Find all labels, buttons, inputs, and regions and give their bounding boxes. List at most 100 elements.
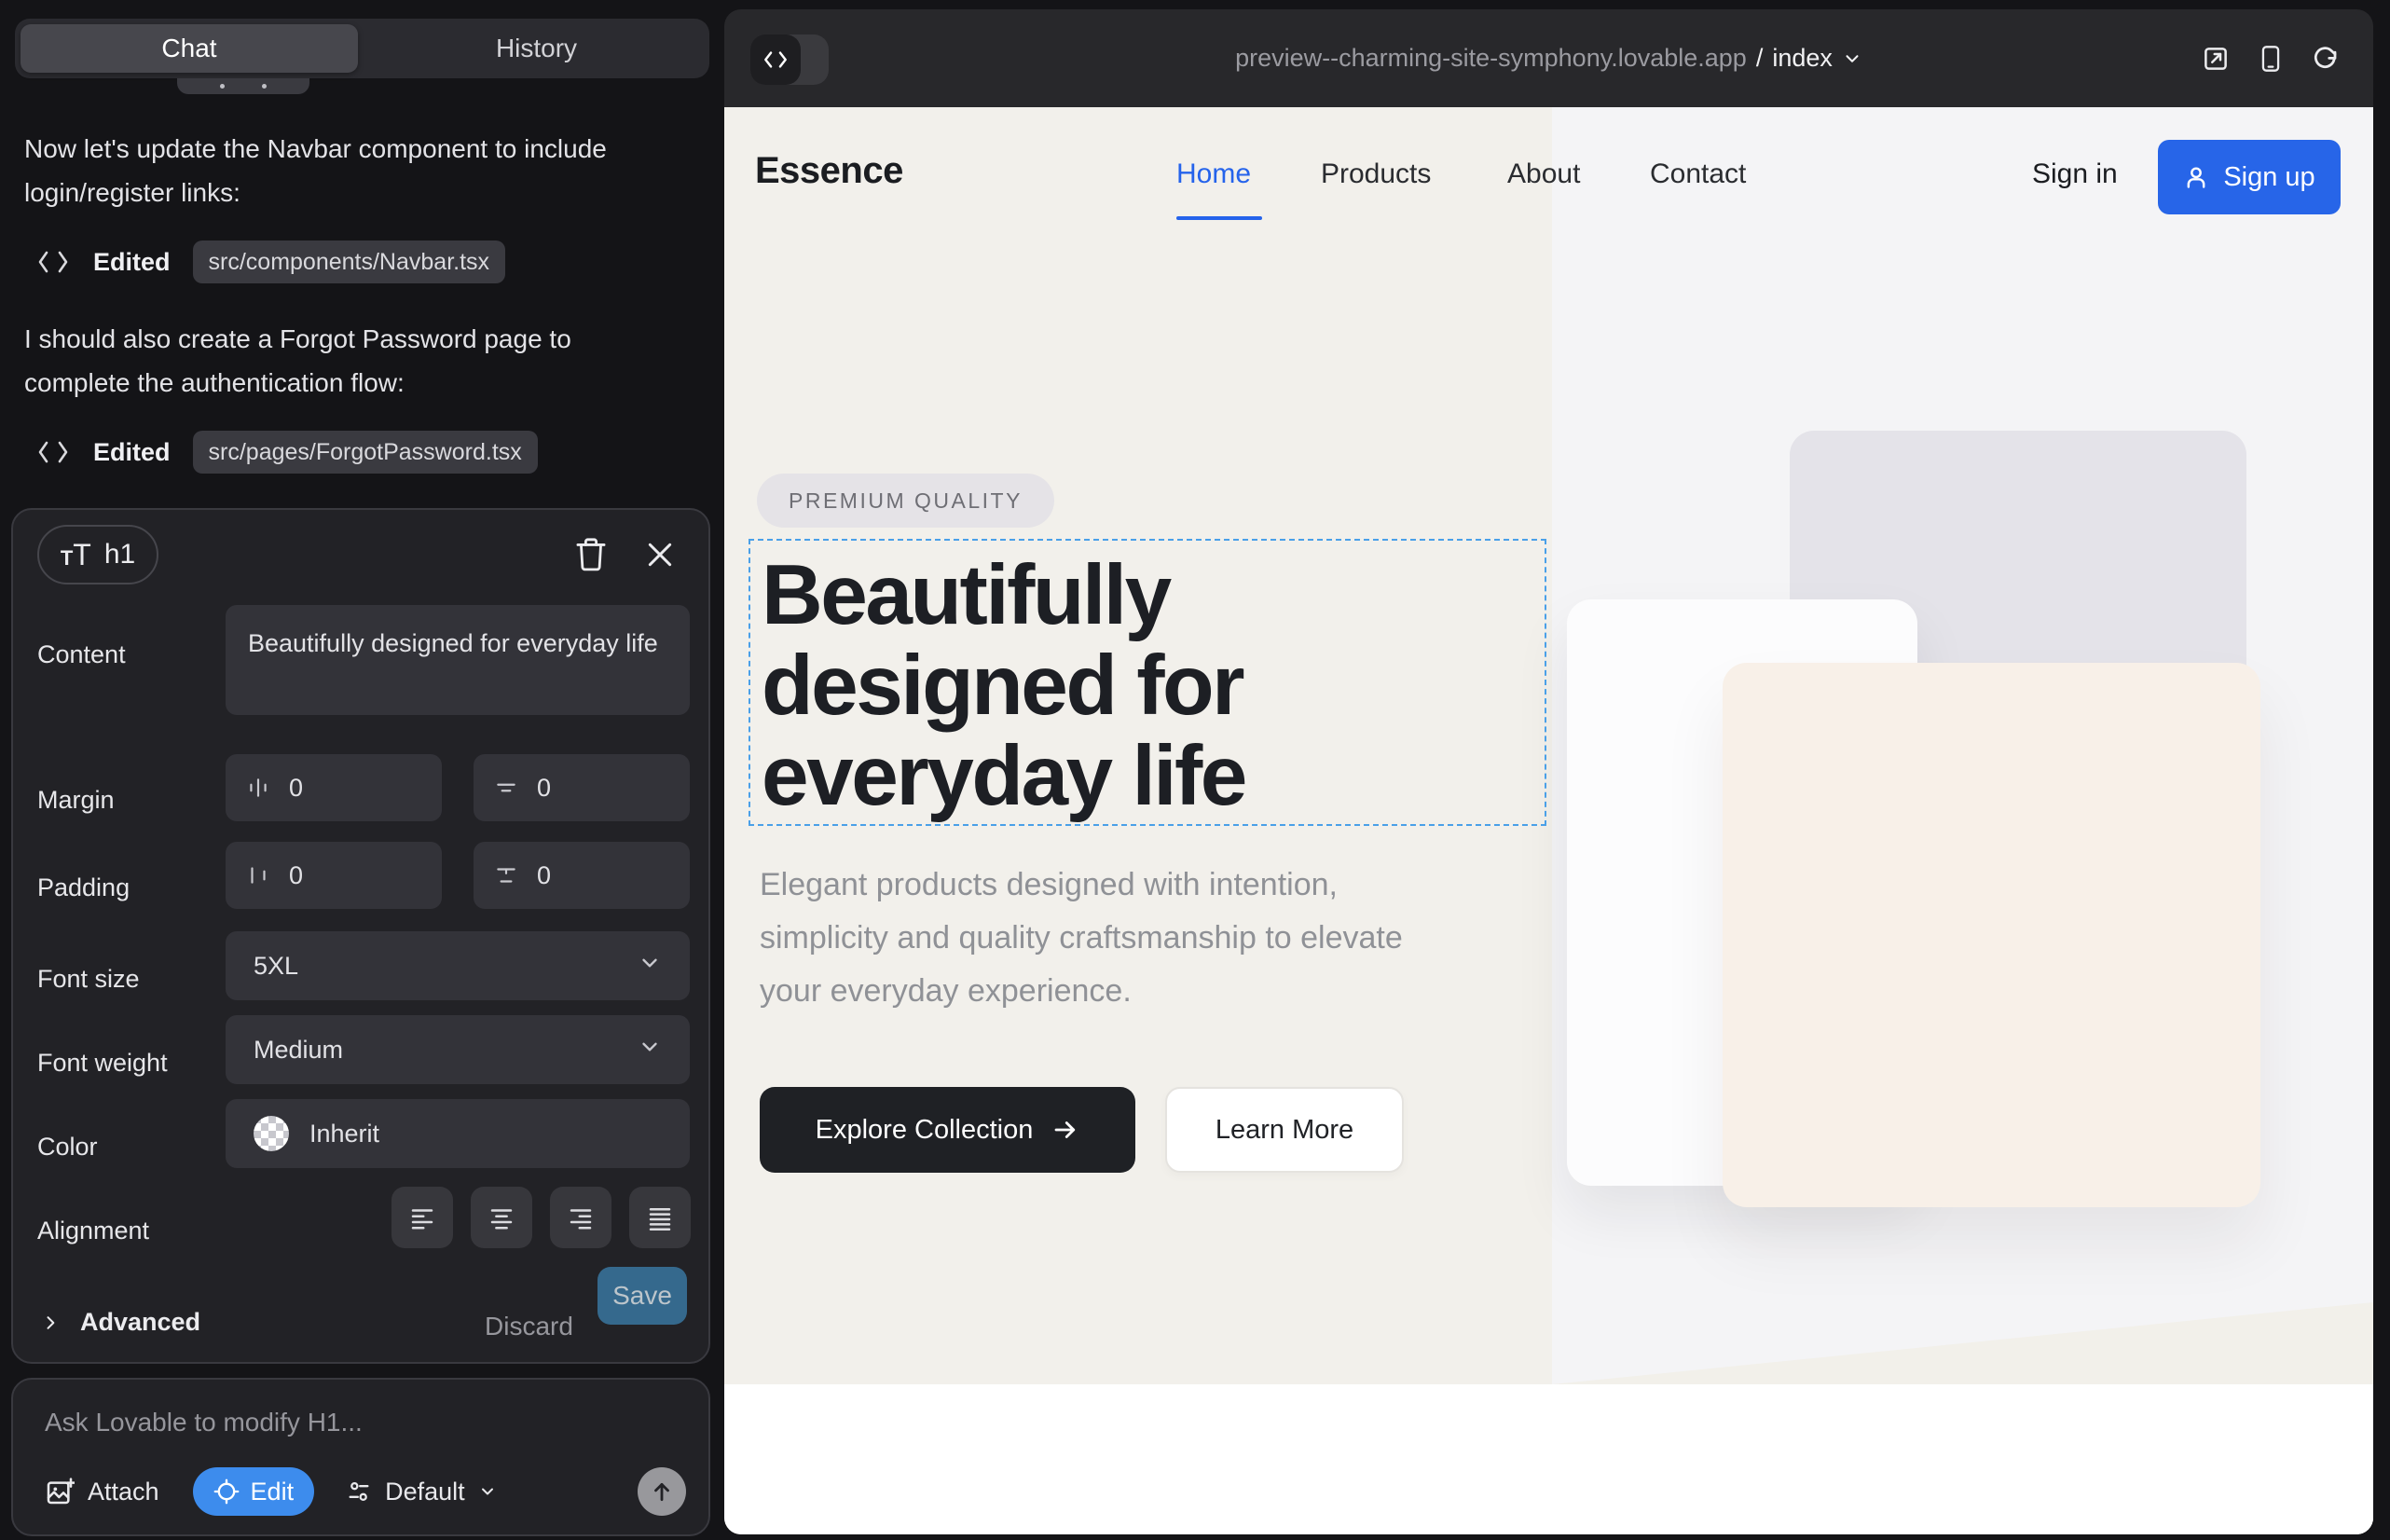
color-value: Inherit — [309, 1120, 379, 1148]
edited-file-chip[interactable]: src/components/Navbar.tsx — [193, 241, 506, 283]
tab-chat[interactable]: Chat — [21, 24, 358, 73]
nav-link-about[interactable]: About — [1507, 158, 1580, 190]
close-icon — [645, 540, 675, 570]
chat-message: Now let's update the Navbar component to… — [24, 127, 658, 214]
send-button[interactable] — [638, 1467, 686, 1516]
margin-y-input[interactable] — [537, 774, 649, 803]
chevron-down-icon — [478, 1482, 497, 1501]
padding-x-input[interactable] — [289, 861, 401, 890]
align-justify-icon — [646, 1203, 674, 1231]
nav-link-contact[interactable]: Contact — [1650, 158, 1746, 190]
align-center-icon — [488, 1203, 515, 1231]
selected-element-tag[interactable]: TT h1 — [37, 525, 158, 584]
model-selector[interactable]: Default — [346, 1478, 497, 1506]
external-link-icon — [2202, 45, 2230, 73]
url-domain: preview--charming-site-symphony.lovable.… — [1235, 44, 1747, 73]
chevron-right-icon — [41, 1313, 60, 1332]
sliders-icon — [346, 1478, 372, 1505]
delete-element-button[interactable] — [570, 534, 611, 575]
site-logo[interactable]: Essence — [755, 150, 903, 192]
font-size-value: 5XL — [254, 952, 298, 981]
edited-label: Edited — [93, 248, 171, 277]
chevron-down-icon — [638, 951, 662, 982]
chat-history-tabs: Chat History — [15, 19, 709, 78]
align-left-button[interactable] — [391, 1187, 453, 1248]
h1-selection-outline[interactable]: Beautifully designed for everyday life — [749, 539, 1546, 826]
close-panel-button[interactable] — [639, 534, 680, 575]
color-field[interactable]: Inherit — [226, 1099, 690, 1168]
sign-up-label: Sign up — [2223, 162, 2314, 193]
margin-x-input[interactable] — [289, 774, 401, 803]
padding-y-input[interactable] — [537, 861, 649, 890]
refresh-button[interactable] — [2312, 45, 2340, 73]
chevron-down-icon — [638, 1035, 662, 1066]
mobile-view-button[interactable] — [2258, 45, 2284, 73]
sign-in-link[interactable]: Sign in — [2032, 158, 2118, 190]
arrow-up-icon — [650, 1479, 674, 1504]
edited-file-chip[interactable]: src/pages/ForgotPassword.tsx — [193, 431, 538, 474]
font-weight-label: Font weight — [37, 1049, 168, 1078]
padding-y-field[interactable] — [474, 842, 690, 909]
edit-label: Edit — [251, 1478, 295, 1506]
padding-x-field[interactable] — [226, 842, 442, 909]
advanced-label: Advanced — [80, 1308, 200, 1337]
font-weight-select[interactable]: Medium — [226, 1015, 690, 1084]
code-preview-toggle[interactable] — [750, 34, 829, 85]
code-toggle-active-segment[interactable] — [750, 34, 801, 85]
element-editor-panel: TT h1 Content Beautifully designed for e… — [11, 508, 710, 1364]
url-separator: / — [1756, 44, 1764, 73]
crosshair-icon — [213, 1478, 240, 1505]
align-center-button[interactable] — [471, 1187, 532, 1248]
url-bar[interactable]: preview--charming-site-symphony.lovable.… — [1235, 44, 1862, 73]
explore-collection-button[interactable]: Explore Collection — [760, 1087, 1135, 1173]
learn-more-button[interactable]: Learn More — [1165, 1087, 1404, 1173]
chat-message: I should also create a Forgot Password p… — [24, 317, 658, 405]
code-icon — [37, 250, 69, 274]
mobile-phone-icon — [2258, 45, 2284, 73]
lovable-editor-app: Chat History Now let's update the Navbar… — [0, 0, 2390, 1540]
content-input[interactable]: Beautifully designed for everyday life — [226, 605, 690, 715]
margin-vertical-icon — [494, 776, 518, 800]
learn-more-label: Learn More — [1216, 1115, 1353, 1146]
open-external-button[interactable] — [2202, 45, 2230, 73]
margin-horizontal-icon — [246, 776, 270, 800]
attach-button[interactable]: Attach — [45, 1477, 159, 1506]
discard-button[interactable]: Discard — [485, 1312, 573, 1341]
explore-collection-label: Explore Collection — [816, 1115, 1034, 1146]
hero-description: Elegant products designed with intention… — [760, 859, 1459, 1018]
chrome-actions — [2202, 9, 2340, 107]
edit-mode-button[interactable]: Edit — [193, 1467, 315, 1516]
chevron-down-icon — [1842, 48, 1862, 69]
element-tag-label: h1 — [104, 539, 135, 571]
browser-preview-window: preview--charming-site-symphony.lovable.… — [724, 9, 2373, 1534]
align-right-button[interactable] — [550, 1187, 611, 1248]
scrolled-chip-partial — [177, 78, 309, 94]
hero-heading-line: everyday life — [762, 731, 1245, 821]
hero-heading-line: designed for — [762, 640, 1245, 731]
nav-link-products[interactable]: Products — [1321, 158, 1431, 190]
sidebar: Chat History Now let's update the Navbar… — [0, 0, 724, 1540]
tab-history[interactable]: History — [364, 19, 709, 78]
attach-image-icon — [45, 1477, 75, 1506]
hero-heading-line: Beautifully — [762, 550, 1245, 640]
save-button[interactable]: Save — [598, 1267, 687, 1325]
premium-quality-badge: PREMIUM QUALITY — [757, 474, 1054, 528]
edited-file-row: Edited src/pages/ForgotPassword.tsx — [37, 431, 538, 474]
nav-link-home[interactable]: Home — [1176, 158, 1251, 190]
align-justify-button[interactable] — [629, 1187, 691, 1248]
user-icon — [2183, 164, 2209, 190]
code-icon — [762, 49, 789, 70]
align-left-icon — [408, 1203, 436, 1231]
color-label: Color — [37, 1133, 98, 1162]
composer-input[interactable] — [45, 1408, 660, 1437]
next-section — [724, 1384, 2373, 1534]
sign-up-button[interactable]: Sign up — [2158, 140, 2341, 214]
url-page: index — [1772, 44, 1833, 73]
margin-x-field[interactable] — [226, 754, 442, 821]
advanced-toggle[interactable]: Advanced — [41, 1308, 200, 1337]
trash-icon — [575, 537, 607, 572]
hero-heading[interactable]: Beautifully designed for everyday life — [762, 550, 1245, 821]
transparency-swatch-icon — [254, 1116, 289, 1151]
margin-y-field[interactable] — [474, 754, 690, 821]
font-size-select[interactable]: 5XL — [226, 931, 690, 1000]
